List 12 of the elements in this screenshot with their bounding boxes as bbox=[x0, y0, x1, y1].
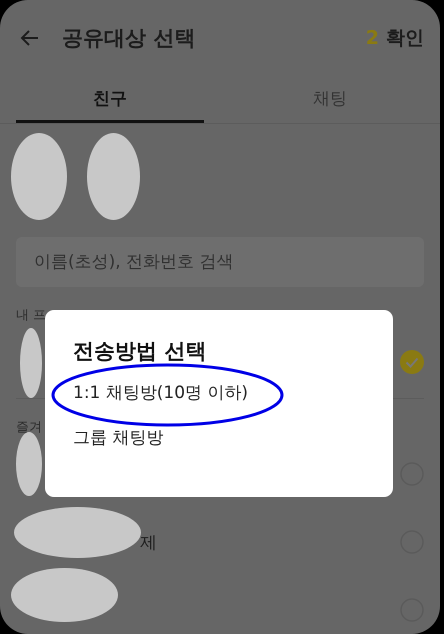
section-label: 즐겨 bbox=[16, 419, 42, 436]
dialog-option[interactable]: 그룹 채팅방 bbox=[73, 426, 164, 449]
confirm-button[interactable]: 확인 bbox=[386, 25, 424, 51]
redaction-oval bbox=[20, 328, 42, 398]
section-label: 내 프 bbox=[16, 307, 46, 324]
search-field[interactable]: 이름(초성), 전화번호 검색 bbox=[16, 237, 424, 287]
selected-count: 2 bbox=[366, 27, 379, 49]
friend-name: 제 bbox=[140, 532, 158, 554]
checked-checkbox[interactable] bbox=[400, 350, 424, 374]
screen-title: 공유대상 선택 bbox=[62, 25, 196, 52]
dialog-title: 전송방법 선택 bbox=[73, 338, 206, 365]
tab[interactable]: 친구 bbox=[16, 76, 204, 123]
